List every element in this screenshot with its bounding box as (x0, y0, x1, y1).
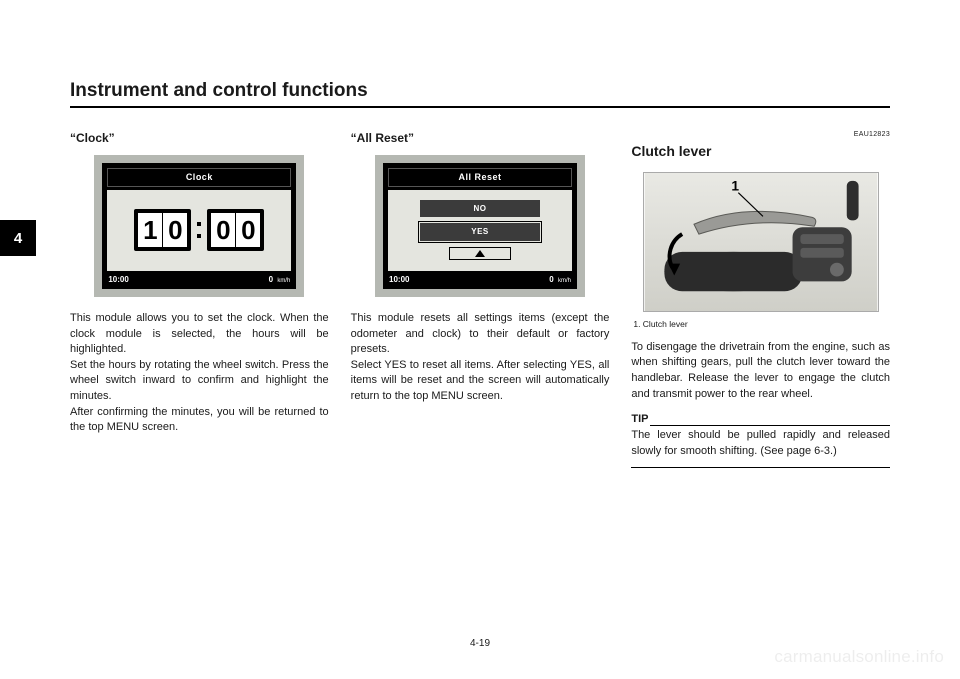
content-columns: “Clock” Clock 1 0 0 0 (70, 130, 890, 468)
allreset-status-bar: 10:00 0 km/h (383, 271, 577, 290)
clock-hour-digit: 0 (163, 213, 187, 247)
allreset-indicator (449, 247, 511, 260)
clock-subhead: “Clock” (70, 130, 329, 147)
clock-status-bar: 10:00 0 km/h (102, 271, 296, 290)
allreset-paragraph: This module resets all settings items (e… (351, 311, 610, 358)
clock-paragraph: Set the hours by rotating the wheel swit… (70, 358, 329, 405)
status-time: 10:00 (108, 274, 128, 285)
clock-colon-icon (195, 222, 203, 238)
allreset-display-body: NO YES (388, 190, 572, 271)
clock-display-title: Clock (107, 168, 291, 187)
clock-minute-digit: 0 (236, 213, 260, 247)
chapter-tab: 4 (0, 220, 36, 256)
allreset-display: All Reset NO YES 10:00 0 (383, 163, 577, 289)
clock-minutes-group: 0 0 (207, 209, 264, 251)
watermark: carmanualsonline.info (774, 647, 944, 667)
clutch-lever-photo: 1 (643, 172, 879, 312)
tip-end-rule-icon (631, 467, 890, 468)
eau-code: EAU12823 (631, 130, 890, 140)
clock-display-body: 1 0 0 0 (107, 190, 291, 271)
clock-face: 1 0 0 0 (107, 190, 291, 271)
clutch-paragraph: To disengage the drivetrain from the eng… (631, 340, 890, 402)
allreset-options: NO YES (388, 190, 572, 271)
clock-hours-group: 1 0 (134, 209, 191, 251)
allreset-paragraph: Select YES to reset all items. After sel… (351, 358, 610, 405)
tip-heading: TIP (631, 412, 648, 428)
status-speed: 0 km/h (269, 274, 291, 286)
page-number: 4-19 (470, 638, 490, 649)
column-clock: “Clock” Clock 1 0 0 0 (70, 130, 329, 468)
tip-block: TIP The lever should be pulled rapidly a… (631, 412, 890, 468)
status-speed: 0 km/h (549, 274, 571, 286)
triangle-up-icon (475, 250, 485, 257)
manual-page: Instrument and control functions 4 “Cloc… (0, 0, 960, 679)
column-clutch-lever: EAU12823 Clutch lever (631, 130, 890, 468)
allreset-option-yes: YES (420, 223, 540, 240)
allreset-display-title: All Reset (388, 168, 572, 187)
photo-caption: 1. Clutch lever (633, 318, 890, 330)
page-title: Instrument and control functions (70, 80, 890, 108)
allreset-subhead: “All Reset” (351, 130, 610, 147)
clock-display: Clock 1 0 0 0 (102, 163, 296, 289)
status-time: 10:00 (389, 274, 409, 285)
column-all-reset: “All Reset” All Reset NO YES (351, 130, 610, 468)
clutch-lever-title: Clutch lever (631, 142, 890, 162)
tip-rule-icon (650, 425, 890, 426)
clock-minute-digit: 0 (211, 213, 235, 247)
allreset-option-no: NO (420, 200, 540, 217)
tip-body: The lever should be pulled rapidly and r… (631, 428, 890, 459)
allreset-display-frame: All Reset NO YES 10:00 0 (375, 155, 585, 297)
clock-paragraph: After confirming the minutes, you will b… (70, 405, 329, 436)
clock-paragraph: This module allows you to set the clock.… (70, 311, 329, 358)
clock-hour-digit: 1 (138, 213, 162, 247)
clock-display-frame: Clock 1 0 0 0 (94, 155, 304, 297)
photo-callout-label: 1 (731, 179, 739, 194)
